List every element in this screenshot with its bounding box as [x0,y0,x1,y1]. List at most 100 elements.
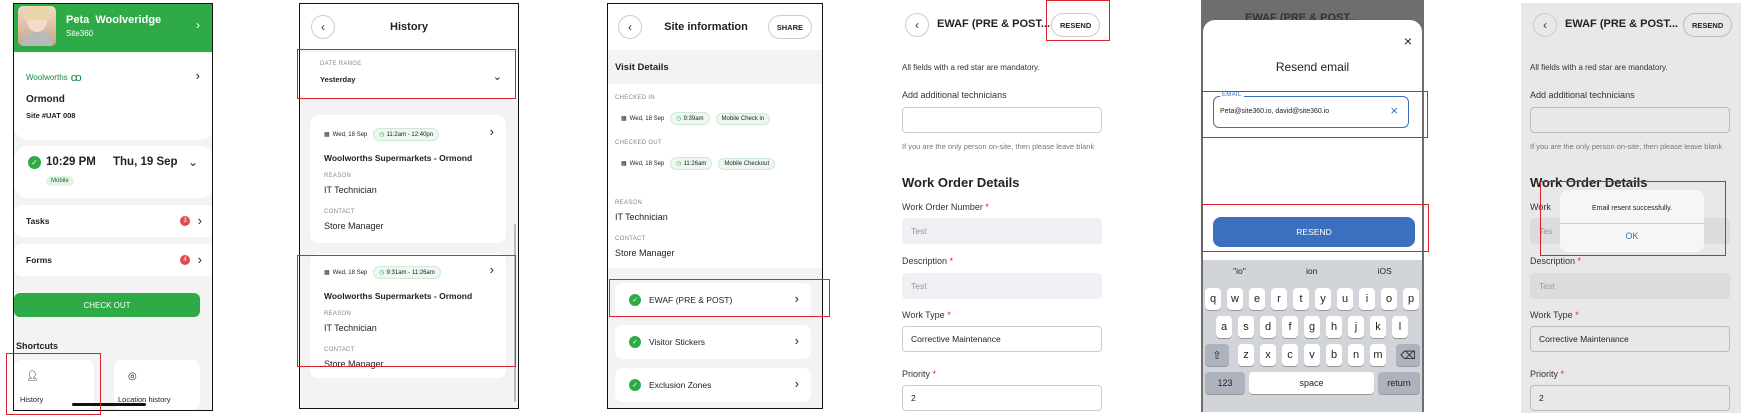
form-row-ewaf[interactable]: ✓ EWAF (PRE & POST) › [615,283,811,317]
scrollbar[interactable] [514,224,516,402]
key[interactable]: y [1315,288,1331,310]
key[interactable]: e [1249,288,1265,310]
visit-card[interactable]: ▦ Wed, 18 Sep ◷ 11:2am - 12:40pn › Woolwor… [310,115,506,243]
return-key[interactable]: return [1378,372,1420,394]
priority-select[interactable]: 2 [902,385,1102,411]
key[interactable]: n [1348,344,1364,366]
chevron-down-icon: ⌄ [187,155,198,169]
reason-label: REASON [324,311,352,317]
history-shortcut-label: History [20,395,44,404]
date-range-value: Yesterday [320,75,356,84]
user-company: Site360 [66,29,94,38]
mode-badge: Mobile [46,176,74,186]
key[interactable]: h [1326,316,1342,338]
checkin-time-card[interactable]: ✓ 10:29 PM Thu, 19 Sep ⌄ Mobile [14,146,212,198]
visit-time: ◷ 9:31am - 11:26am [373,266,441,279]
contact-value: Store Manager [324,359,384,369]
description-input[interactable]: Test [902,273,1102,299]
store-name: Ormond [26,94,65,105]
visit-card[interactable]: ▦ Wed, 18 Sep ◷ 9:31am - 11:26am › Woolwor… [310,253,506,378]
profile-header[interactable]: Peta Woolveridge Site360 › [14,4,212,52]
form-row-exclusion-zones[interactable]: ✓ Exclusion Zones › [615,368,811,402]
chevron-right-icon: › [197,213,202,228]
space-key[interactable]: space [1249,372,1374,394]
email-field[interactable]: EMAIL Peta@site360.io, david@site360.io … [1213,92,1409,128]
forms-label: Forms [26,255,52,265]
resend-button[interactable]: RESEND [1683,13,1733,37]
close-icon[interactable]: × [1404,33,1412,49]
modal-title: Resend email [1275,60,1350,74]
clear-icon[interactable]: × [1390,103,1398,118]
key[interactable]: t [1293,288,1309,310]
reason-value: IT Technician [615,212,668,222]
key[interactable]: r [1271,288,1287,310]
resend-button[interactable]: RESEND [1051,13,1101,37]
chevron-right-icon: › [197,252,202,267]
key[interactable]: d [1260,316,1276,338]
checkin-date: Thu, 19 Sep [113,156,178,168]
key[interactable]: v [1304,344,1320,366]
key[interactable]: w [1227,288,1243,310]
checked-out-label: CHECKED OUT [615,140,662,146]
reason-label: REASON [324,173,352,179]
suggestion[interactable]: "io" [1233,266,1246,276]
key[interactable]: o [1381,288,1397,310]
mandatory-note: All fields with a red star are mandatory… [1530,63,1668,72]
visit-date: ▦ Wed, 18 Sep [324,269,368,277]
keyboard: "io" ion iOS q w e r t y u i o p a s d f… [1203,260,1422,412]
chevron-right-icon: › [794,291,799,306]
key[interactable]: u [1337,288,1353,310]
key[interactable]: p [1403,288,1419,310]
forms-row[interactable]: Forms 4 › [14,244,212,276]
back-button[interactable]: ‹ [1533,13,1557,37]
description-input[interactable]: Test [1530,273,1730,299]
key[interactable]: g [1304,316,1320,338]
suggestion[interactable]: iOS [1378,266,1392,276]
key[interactable]: x [1260,344,1276,366]
key[interactable]: z [1238,344,1254,366]
add-tech-label: Add additional technicians [902,90,1007,100]
key[interactable]: l [1392,316,1408,338]
numbers-key[interactable]: 123 [1205,372,1245,394]
work-type-select[interactable]: Corrective Maintenance [1530,326,1730,352]
key[interactable]: m [1370,344,1386,366]
site-information-screen: ‹ Site information SHARE Visit Details C… [607,3,823,409]
back-button[interactable]: ‹ [905,13,929,37]
tasks-row[interactable]: Tasks 3 › [14,205,212,237]
key[interactable]: c [1282,344,1298,366]
key[interactable]: s [1238,316,1254,338]
page-title: History [390,21,428,33]
clock-icon: ◷ [676,116,682,122]
calendar-icon: ▦ [324,132,330,138]
form-row-visitor-stickers[interactable]: ✓ Visitor Stickers › [615,325,811,359]
reason-value: IT Technician [324,185,377,195]
key[interactable]: b [1326,344,1342,366]
calendar-icon: ▦ [621,116,627,122]
add-tech-input[interactable] [1530,107,1730,133]
key[interactable]: k [1370,316,1386,338]
check-out-button[interactable]: CHECK OUT [14,293,200,317]
resend-email-button[interactable]: RESEND [1213,217,1415,247]
resend-success-screen: ‹ EWAF (PRE & POST... RESEND All fields … [1521,3,1741,413]
alert-ok-button[interactable]: OK [1560,231,1704,241]
store-card[interactable]: Woolworths ꝏ › Ormond Site #UAT 008 [14,54,212,140]
work-order-number-input[interactable]: Test [902,218,1102,244]
share-button[interactable]: SHARE [767,15,812,39]
visit-time: ◷ 11:2am - 12:40pn [373,128,440,141]
key[interactable]: a [1216,316,1232,338]
key[interactable]: q [1205,288,1221,310]
priority-select[interactable]: 2 [1530,385,1730,411]
key[interactable]: j [1348,316,1364,338]
shift-key[interactable]: ⇧ [1205,344,1229,366]
work-type-select[interactable]: Corrective Maintenance [902,326,1102,352]
forms-count-badge: 4 [180,255,190,265]
date-range-select[interactable]: DATE RANGE Yesterday ⌄ [300,52,518,98]
checked-in-time: ◷ 9:39am [670,112,710,125]
suggestion[interactable]: ion [1306,266,1317,276]
add-tech-input[interactable] [902,107,1102,133]
key[interactable]: f [1282,316,1298,338]
backspace-key[interactable]: ⌫ [1396,344,1420,366]
home-screen: Peta Woolveridge Site360 › Woolworths ꝏ ›… [13,3,213,411]
key[interactable]: i [1359,288,1375,310]
add-tech-hint: If you are the only person on-site, then… [1530,142,1723,151]
